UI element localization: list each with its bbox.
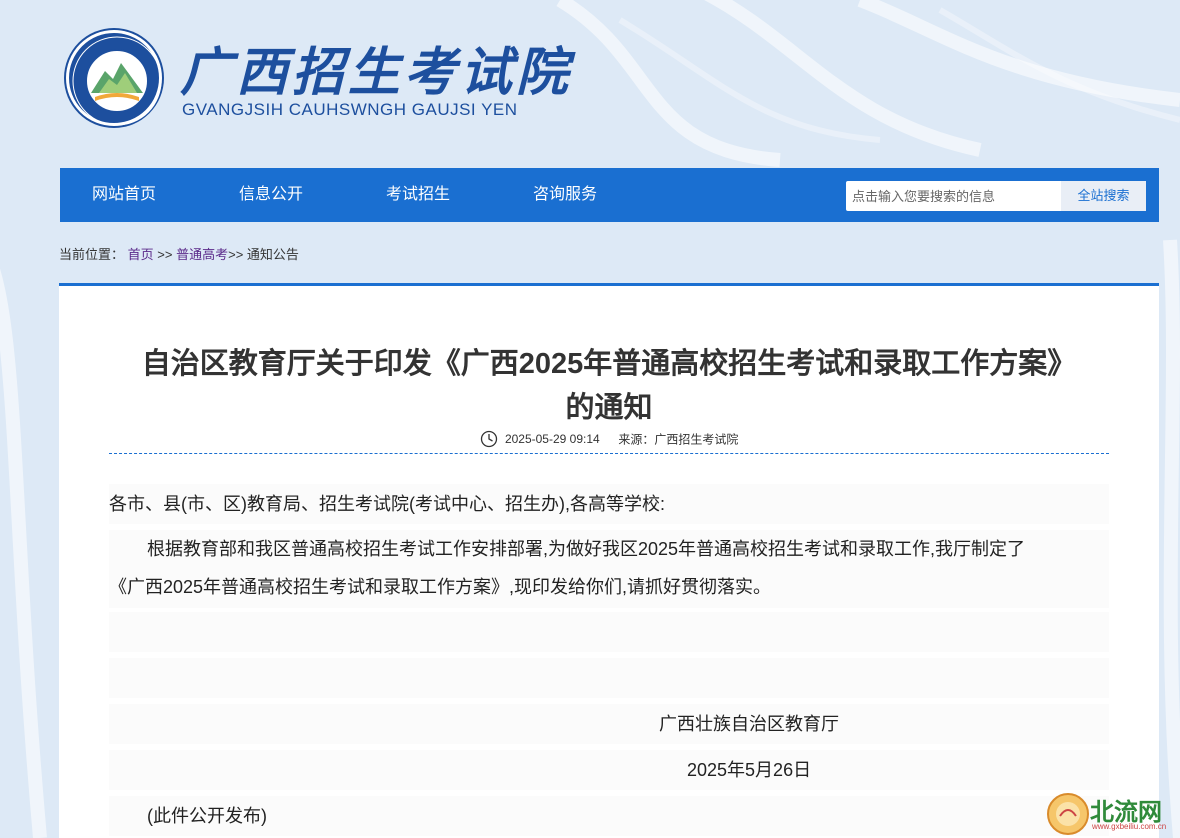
- article-public-note: (此件公开发布): [109, 796, 1109, 836]
- article-signature: 广西壮族自治区教育厅: [109, 704, 1109, 744]
- nav-item-info-disclosure[interactable]: 信息公开: [239, 168, 303, 222]
- nav-item-consult-service[interactable]: 咨询服务: [533, 168, 597, 222]
- site-header: 广西招生考试院 GVANGJSIH CAUHSWNGH GAUJSI YEN: [62, 26, 582, 136]
- empty-paragraph: [109, 612, 1109, 652]
- site-name-chinese: 广西招生考试院: [180, 42, 573, 103]
- article-source-label: 来源：: [618, 432, 655, 447]
- search-button[interactable]: 全站搜索: [1061, 181, 1146, 211]
- article-title: 自治区教育厅关于印发《广西2025年普通高校招生考试和录取工作方案》 的通知: [109, 342, 1109, 430]
- search-box: 全站搜索: [846, 181, 1146, 211]
- seal-emblem-icon: [72, 36, 162, 126]
- article-sign-date: 2025年5月26日: [109, 750, 1109, 790]
- title-divider: [109, 453, 1109, 454]
- watermark-logo-icon: [1047, 793, 1089, 835]
- nav-item-home[interactable]: 网站首页: [92, 168, 156, 222]
- article-title-line2: 的通知: [565, 392, 653, 424]
- empty-paragraph: [109, 658, 1109, 698]
- breadcrumb-gaokao[interactable]: 普通高考: [176, 247, 228, 262]
- main-nav: 网站首页 信息公开 考试招生 咨询服务 全站搜索: [60, 168, 1159, 222]
- watermark: 北流网 www.gxbeiliu.com.cn: [1046, 790, 1180, 838]
- article-title-line1: 自治区教育厅关于印发《广西2025年普通高校招生考试和录取工作方案》: [141, 348, 1077, 380]
- article-card: 自治区教育厅关于印发《广西2025年普通高校招生考试和录取工作方案》 的通知 2…: [59, 283, 1159, 838]
- signature-text: 广西壮族自治区教育厅: [659, 714, 839, 734]
- article-body: 根据教育部和我区普通高校招生考试工作安排部署,为做好我区2025年普通高校招生考…: [109, 530, 1109, 608]
- clock-icon: [480, 430, 497, 448]
- breadcrumb: 当前位置： 首页 >> 普通高考>> 通知公告: [59, 244, 299, 263]
- article-meta: 2025-05-29 09:14 来源：广西招生考试院: [59, 430, 1159, 448]
- breadcrumb-separator: >>: [157, 247, 173, 262]
- public-note-text: (此件公开发布): [147, 806, 267, 826]
- nav-item-exams-admissions[interactable]: 考试招生: [386, 168, 450, 222]
- breadcrumb-current: 通知公告: [246, 247, 299, 262]
- breadcrumb-separator: >>: [228, 247, 244, 262]
- site-name-english: GVANGJSIH CAUHSWNGH GAUJSI YEN: [182, 100, 518, 119]
- article-body-line2: 《广西2025年普通高校招生考试和录取工作方案》,现印发给你们,请抓好贯彻落实。: [109, 577, 772, 597]
- search-input[interactable]: [846, 181, 1060, 211]
- article-datetime: 2025-05-29 09:14: [504, 432, 600, 446]
- site-logo-seal[interactable]: [66, 30, 162, 126]
- article-source: 广西招生考试院: [654, 432, 739, 447]
- article-salutation: 各市、县(市、区)教育局、招生考试院(考试中心、招生办),各高等学校:: [109, 484, 1109, 524]
- sign-date-text: 2025年5月26日: [687, 760, 812, 780]
- breadcrumb-home[interactable]: 首页: [128, 247, 154, 262]
- article-body-line1: 根据教育部和我区普通高校招生考试工作安排部署,为做好我区2025年普通高校招生考…: [147, 539, 1026, 559]
- breadcrumb-prefix: 当前位置：: [59, 247, 125, 262]
- watermark-url: www.gxbeiliu.com.cn: [1092, 822, 1167, 831]
